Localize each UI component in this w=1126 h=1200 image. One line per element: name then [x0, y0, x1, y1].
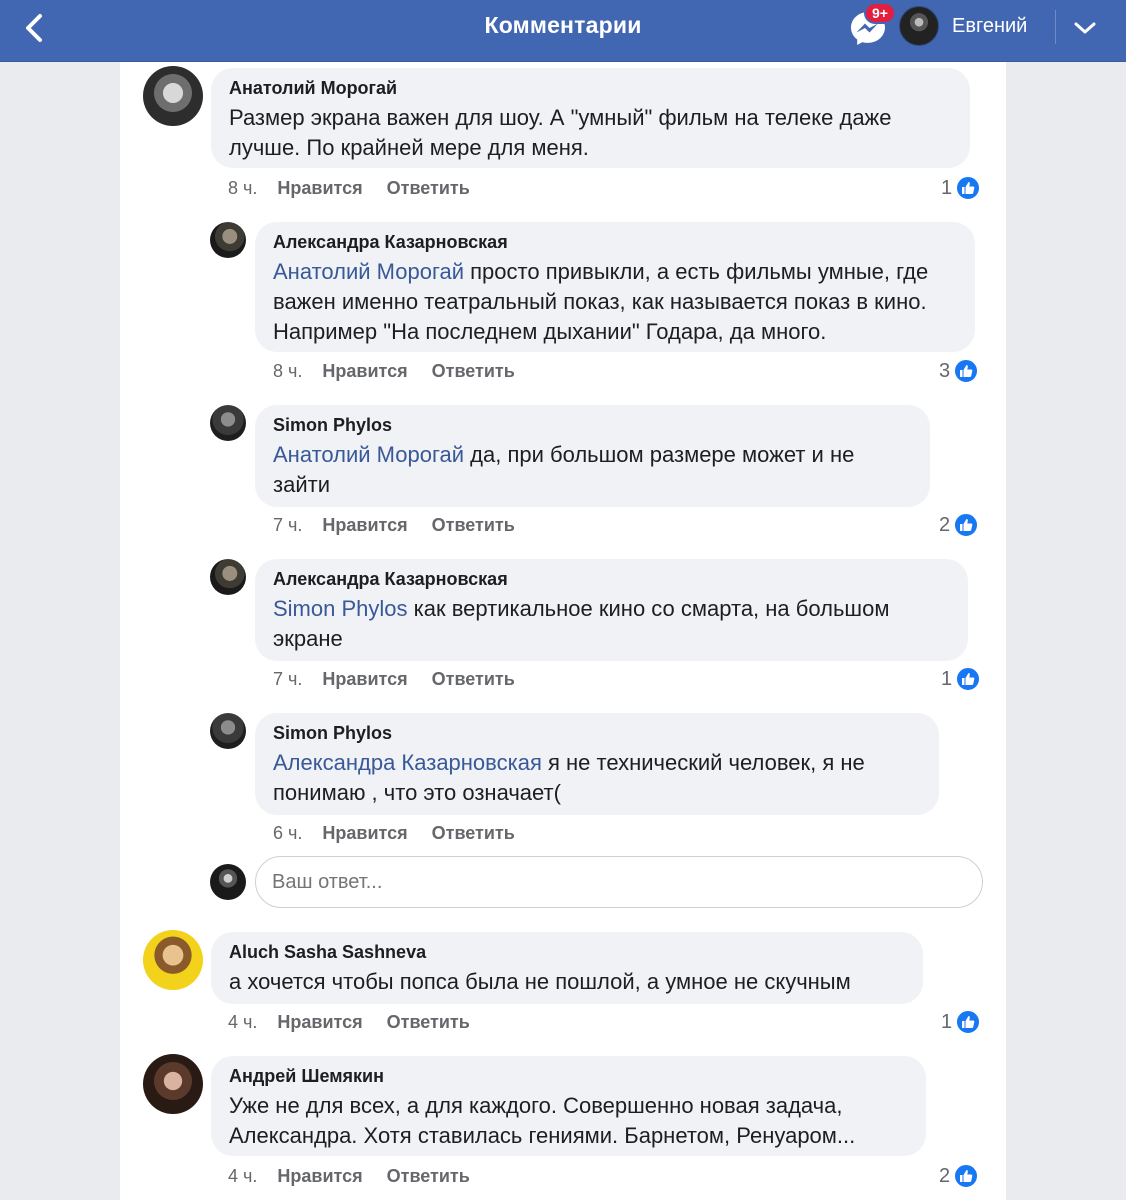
chevron-left-icon	[26, 14, 42, 42]
comment-bubble: Simon Phylos Александра Казарновская я н…	[255, 713, 939, 815]
like-count[interactable]: 1	[941, 1010, 981, 1034]
avatar[interactable]	[143, 930, 203, 990]
my-avatar	[210, 864, 246, 900]
comment-time[interactable]: 6 ч.	[273, 823, 302, 844]
comment-time[interactable]: 8 ч.	[273, 361, 302, 382]
reply-button[interactable]: Ответить	[387, 1012, 470, 1033]
avatar[interactable]	[210, 559, 246, 595]
top-bar: Комментарии 9+ Евгений	[0, 0, 1126, 62]
comment-author[interactable]: Simon Phylos	[273, 415, 912, 436]
comment-time[interactable]: 4 ч.	[228, 1012, 257, 1033]
user-avatar[interactable]	[899, 6, 939, 46]
comment-bubble: Анатолий Морогай Размер экрана важен для…	[211, 68, 970, 168]
comment-actions: 4 ч. Нравится Ответить	[228, 1012, 494, 1033]
user-name[interactable]: Евгений	[952, 15, 1027, 38]
comment-bubble: Александра Казарновская Анатолий Морогай…	[255, 222, 975, 352]
comment-author[interactable]: Александра Казарновская	[273, 232, 957, 253]
menu-dropdown-button[interactable]	[1065, 8, 1105, 48]
thumbs-up-icon	[954, 1164, 979, 1188]
back-button[interactable]	[14, 8, 54, 48]
like-count[interactable]: 1	[941, 667, 981, 691]
thumbs-up-icon	[954, 513, 979, 537]
comment-text: Александра Казарновская я не технический…	[273, 750, 865, 805]
comment-actions: 4 ч. Нравится Ответить	[228, 1166, 494, 1187]
comment-text: Уже не для всех, а для каждого. Совершен…	[229, 1093, 856, 1148]
comment-bubble: Aluch Sasha Sashneva а хочется чтобы поп…	[211, 932, 923, 1004]
like-button[interactable]: Нравится	[277, 1166, 362, 1187]
comment-time[interactable]: 7 ч.	[273, 669, 302, 690]
comment-actions: 6 ч. Нравится Ответить	[273, 823, 539, 844]
like-button[interactable]: Нравится	[322, 361, 407, 382]
thumbs-up-icon	[956, 1010, 981, 1034]
comment-actions: 8 ч. Нравится Ответить	[228, 178, 494, 199]
comment-actions: 7 ч. Нравится Ответить	[273, 669, 539, 690]
mention-link[interactable]: Анатолий Морогай	[273, 442, 464, 467]
comment-text: Анатолий Морогай да, при большом размере…	[273, 442, 855, 497]
comment-author[interactable]: Simon Phylos	[273, 723, 921, 744]
reply-button[interactable]: Ответить	[432, 515, 515, 536]
comment-actions: 8 ч. Нравится Ответить	[273, 361, 539, 382]
like-button[interactable]: Нравится	[277, 1012, 362, 1033]
like-count[interactable]: 2	[939, 513, 979, 537]
mention-link[interactable]: Simon Phylos	[273, 596, 408, 621]
reply-input[interactable]	[255, 856, 983, 908]
comment-bubble: Александра Казарновская Simon Phylos как…	[255, 559, 968, 661]
avatar[interactable]	[210, 713, 246, 749]
like-button[interactable]: Нравится	[277, 178, 362, 199]
avatar[interactable]	[210, 405, 246, 441]
avatar[interactable]	[210, 222, 246, 258]
reply-button[interactable]: Ответить	[432, 669, 515, 690]
comment-author[interactable]: Анатолий Морогай	[229, 78, 952, 99]
comment-actions: 7 ч. Нравится Ответить	[273, 515, 539, 536]
thumbs-up-icon	[956, 176, 981, 200]
like-button[interactable]: Нравится	[322, 515, 407, 536]
comment-bubble: Андрей Шемякин Уже не для всех, а для ка…	[211, 1056, 926, 1156]
mention-link[interactable]: Анатолий Морогай	[273, 259, 464, 284]
comment-text: а хочется чтобы попса была не пошлой, а …	[229, 969, 851, 994]
like-button[interactable]: Нравится	[322, 823, 407, 844]
mention-link[interactable]: Александра Казарновская	[273, 750, 542, 775]
divider	[1055, 10, 1056, 44]
comments-list: Анатолий Морогай Размер экрана важен для…	[120, 62, 1006, 1200]
like-count[interactable]: 2	[939, 1164, 979, 1188]
like-count[interactable]: 3	[939, 359, 979, 383]
comment-text: Simon Phylos как вертикальное кино со см…	[273, 596, 890, 651]
comment-author[interactable]: Андрей Шемякин	[229, 1066, 908, 1087]
comment-author[interactable]: Aluch Sasha Sashneva	[229, 942, 905, 963]
like-count[interactable]: 1	[941, 176, 981, 200]
comment-author[interactable]: Александра Казарновская	[273, 569, 950, 590]
avatar[interactable]	[143, 1054, 203, 1114]
comment-text: Анатолий Морогай просто привыкли, а есть…	[273, 259, 929, 344]
comment-time[interactable]: 8 ч.	[228, 178, 257, 199]
chevron-down-icon	[1074, 22, 1096, 34]
avatar[interactable]	[143, 66, 203, 126]
thumbs-up-icon	[956, 667, 981, 691]
like-button[interactable]: Нравится	[322, 669, 407, 690]
reply-button[interactable]: Ответить	[432, 823, 515, 844]
thumbs-up-icon	[954, 359, 979, 383]
comment-text: Размер экрана важен для шоу. А "умный" ф…	[229, 105, 892, 160]
comment-bubble: Simon Phylos Анатолий Морогай да, при бо…	[255, 405, 930, 507]
reply-button[interactable]: Ответить	[432, 361, 515, 382]
reply-button[interactable]: Ответить	[387, 178, 470, 199]
comment-time[interactable]: 7 ч.	[273, 515, 302, 536]
comment-time[interactable]: 4 ч.	[228, 1166, 257, 1187]
reply-button[interactable]: Ответить	[387, 1166, 470, 1187]
notification-badge: 9+	[864, 2, 896, 24]
